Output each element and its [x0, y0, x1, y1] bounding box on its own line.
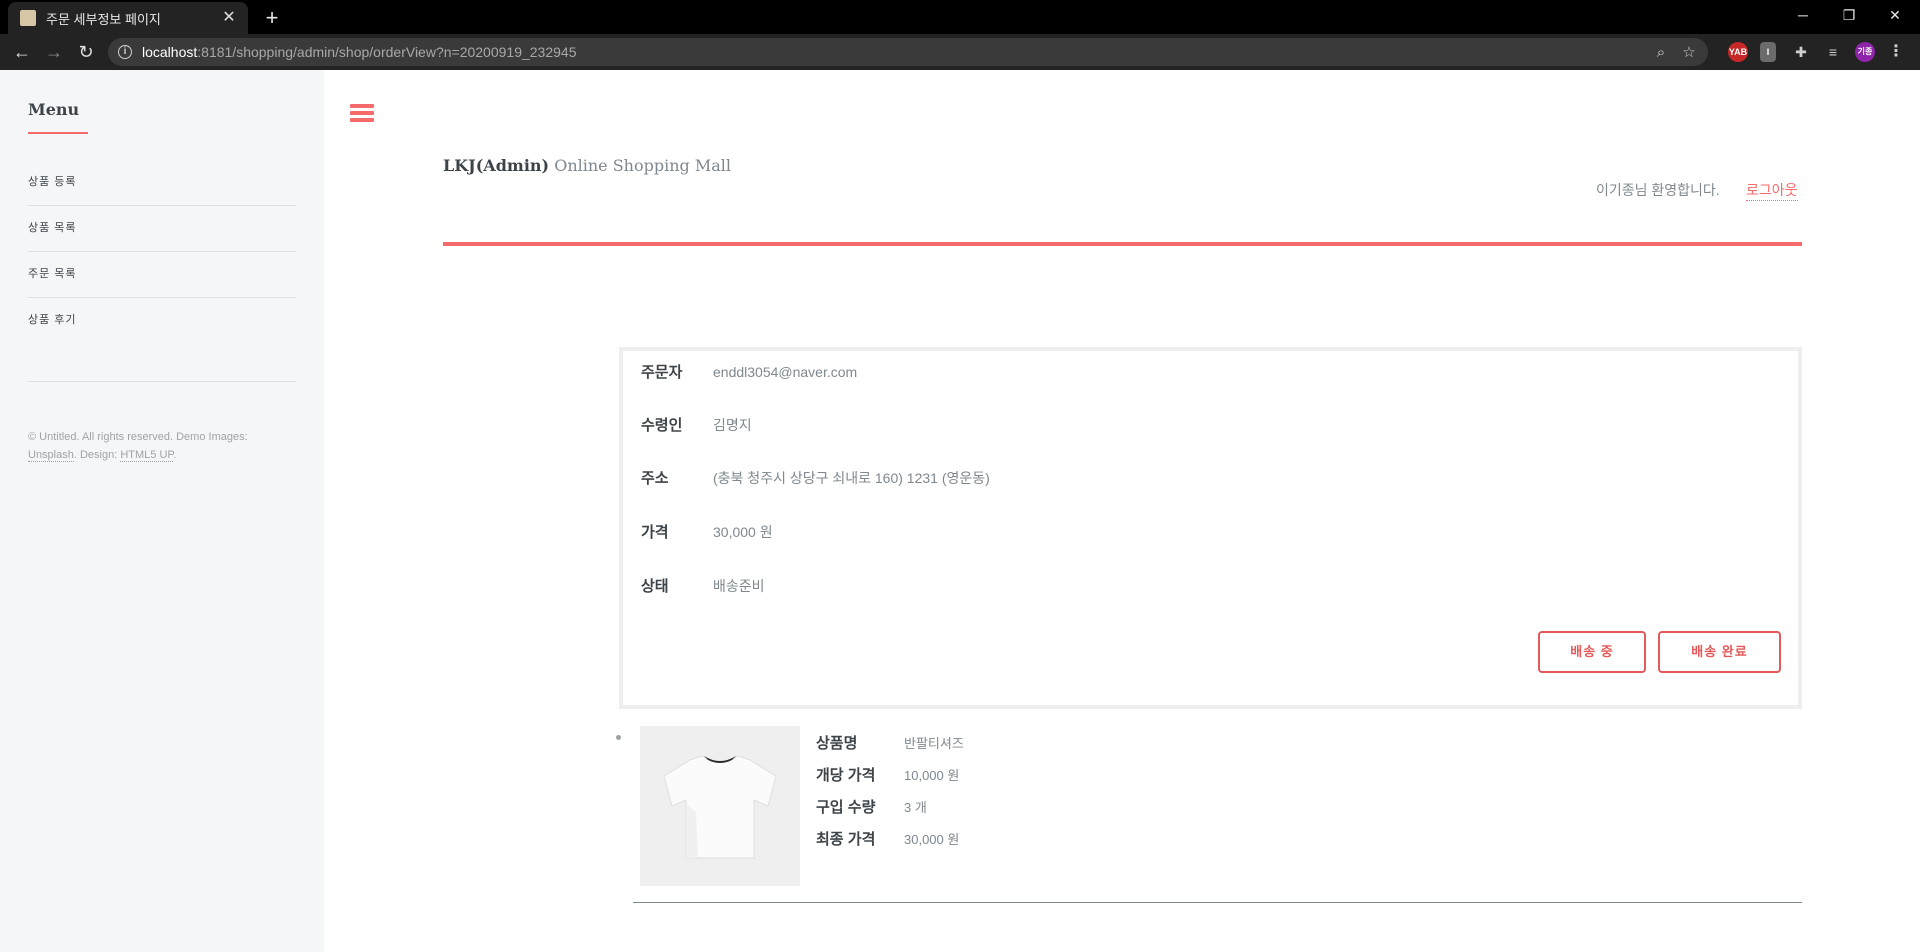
address-label: 주소 [641, 470, 669, 487]
delivered-button[interactable]: 배송 완료 [1658, 631, 1781, 673]
brand-bold: LKJ(Admin) [443, 156, 550, 175]
browser-menu-icon[interactable]: ⋮ [1888, 42, 1904, 62]
orderer-value: enddl3054@naver.com [713, 363, 858, 380]
browser-tab[interactable]: 주문 세부정보 페이지 ✕ [8, 2, 248, 34]
status-label: 상태 [641, 578, 669, 595]
minimize-icon[interactable]: ─ [1780, 0, 1826, 30]
status-value: 배송준비 [713, 577, 765, 594]
tshirt-icon [663, 755, 777, 859]
footer-design-label: . Design: [73, 449, 121, 461]
sidebar-divider [28, 381, 296, 382]
forward-icon[interactable]: → [40, 38, 68, 66]
bookmark-star-icon[interactable]: ☆ [1678, 42, 1700, 64]
site-info-icon[interactable]: i [118, 45, 132, 59]
address-value: (충북 청주시 상당구 쇠내로 160) 1231 (영운동) [713, 469, 990, 486]
close-window-icon[interactable]: ✕ [1872, 0, 1918, 30]
brand-subtitle: Online Shopping Mall [549, 156, 731, 175]
header-divider [443, 242, 1802, 246]
back-icon[interactable]: ← [8, 38, 36, 66]
sidebar-footer: © Untitled. All rights reserved. Demo Im… [28, 428, 288, 464]
footer-copyright: © Untitled. All rights reserved. Demo Im… [28, 431, 248, 443]
menu-list: 상품 등록 상품 목록 주문 목록 상품 후기 [28, 160, 296, 344]
product-divider [633, 902, 1802, 903]
sidebar: Menu 상품 등록 상품 목록 주문 목록 상품 후기 © Untitled.… [0, 70, 324, 952]
product-row-unit-price: 개당 가격 10,000 원 [816, 764, 959, 785]
recipient-value: 김명지 [713, 416, 752, 433]
quantity-value: 3 개 [904, 800, 927, 815]
order-row-address: 주소 (충북 청주시 상당구 쇠내로 160) 1231 (영운동) [641, 467, 990, 488]
list-bullet [616, 735, 621, 740]
unit-price-value: 10,000 원 [904, 768, 960, 783]
sidebar-item-product-list[interactable]: 상품 목록 [28, 206, 296, 252]
sidebar-item-product-reviews[interactable]: 상품 후기 [28, 298, 296, 344]
sidebar-item-product-register[interactable]: 상품 등록 [28, 160, 296, 206]
product-name-label: 상품명 [816, 735, 858, 752]
page-favicon-icon [20, 10, 36, 26]
menu-title: Menu [28, 100, 80, 119]
extensions-puzzle-icon[interactable]: ✚ [1790, 42, 1812, 62]
extension-box-icon[interactable]: I [1760, 42, 1776, 62]
menu-title-underline [28, 132, 88, 134]
footer-link-html5up[interactable]: HTML5 UP [120, 449, 174, 462]
total-price-label: 최종 가격 [816, 831, 876, 848]
total-price-value: 30,000 원 [904, 832, 960, 847]
order-row-orderer: 주문자 enddl3054@naver.com [641, 361, 857, 382]
reload-icon[interactable]: ↻ [72, 38, 100, 66]
order-details-box: 주문자 enddl3054@naver.com 수령인 김명지 주소 (충북 청… [619, 347, 1802, 709]
product-row-name: 상품명 반팔티셔즈 [816, 732, 964, 753]
product-name-value: 반팔티셔즈 [904, 736, 964, 751]
new-tab-button[interactable]: + [258, 4, 286, 32]
site-brand[interactable]: LKJ(Admin) Online Shopping Mall [443, 156, 731, 175]
product-thumbnail [640, 726, 800, 886]
url-path: :8181/shopping/admin/shop/orderView?n=20… [197, 44, 577, 60]
price-value: 30,000 원 [713, 523, 773, 540]
yab-extension-icon[interactable]: YAB [1728, 42, 1748, 62]
quantity-label: 구입 수량 [816, 799, 876, 816]
orderer-label: 주문자 [641, 364, 683, 381]
tab-close-icon[interactable]: ✕ [220, 9, 238, 27]
address-bar[interactable]: i localhost:8181/shopping/admin/shop/ord… [108, 38, 1708, 66]
order-row-price: 가격 30,000 원 [641, 521, 773, 542]
browser-tabbar: 주문 세부정보 페이지 ✕ + ─ ❐ ✕ [0, 0, 1920, 34]
media-control-icon[interactable]: ≡ [1822, 42, 1844, 62]
tab-title: 주문 세부정보 페이지 [46, 11, 161, 27]
recipient-label: 수령인 [641, 417, 683, 434]
unit-price-label: 개당 가격 [816, 767, 876, 784]
zoom-icon[interactable]: ⌕ [1650, 42, 1672, 64]
shipping-button[interactable]: 배송 중 [1538, 631, 1646, 673]
restore-icon[interactable]: ❐ [1826, 0, 1872, 30]
footer-period: . [173, 449, 177, 461]
browser-toolbar: ← → ↻ i localhost:8181/shopping/admin/sh… [0, 34, 1920, 70]
order-row-recipient: 수령인 김명지 [641, 414, 752, 435]
url-host: localhost [142, 44, 198, 60]
product-row-total: 최종 가격 30,000 원 [816, 828, 959, 849]
welcome-text: 이기종님 환영합니다. [1596, 182, 1720, 198]
price-label: 가격 [641, 524, 669, 541]
sidebar-item-order-list[interactable]: 주문 목록 [28, 252, 296, 298]
logout-link[interactable]: 로그아웃 [1746, 180, 1798, 201]
order-row-status: 상태 배송준비 [641, 575, 765, 596]
product-row-quantity: 구입 수량 3 개 [816, 796, 927, 817]
profile-avatar[interactable]: 기종 [1855, 42, 1875, 62]
footer-link-unsplash[interactable]: Unsplash [28, 449, 74, 462]
hamburger-menu-icon[interactable] [350, 104, 374, 126]
